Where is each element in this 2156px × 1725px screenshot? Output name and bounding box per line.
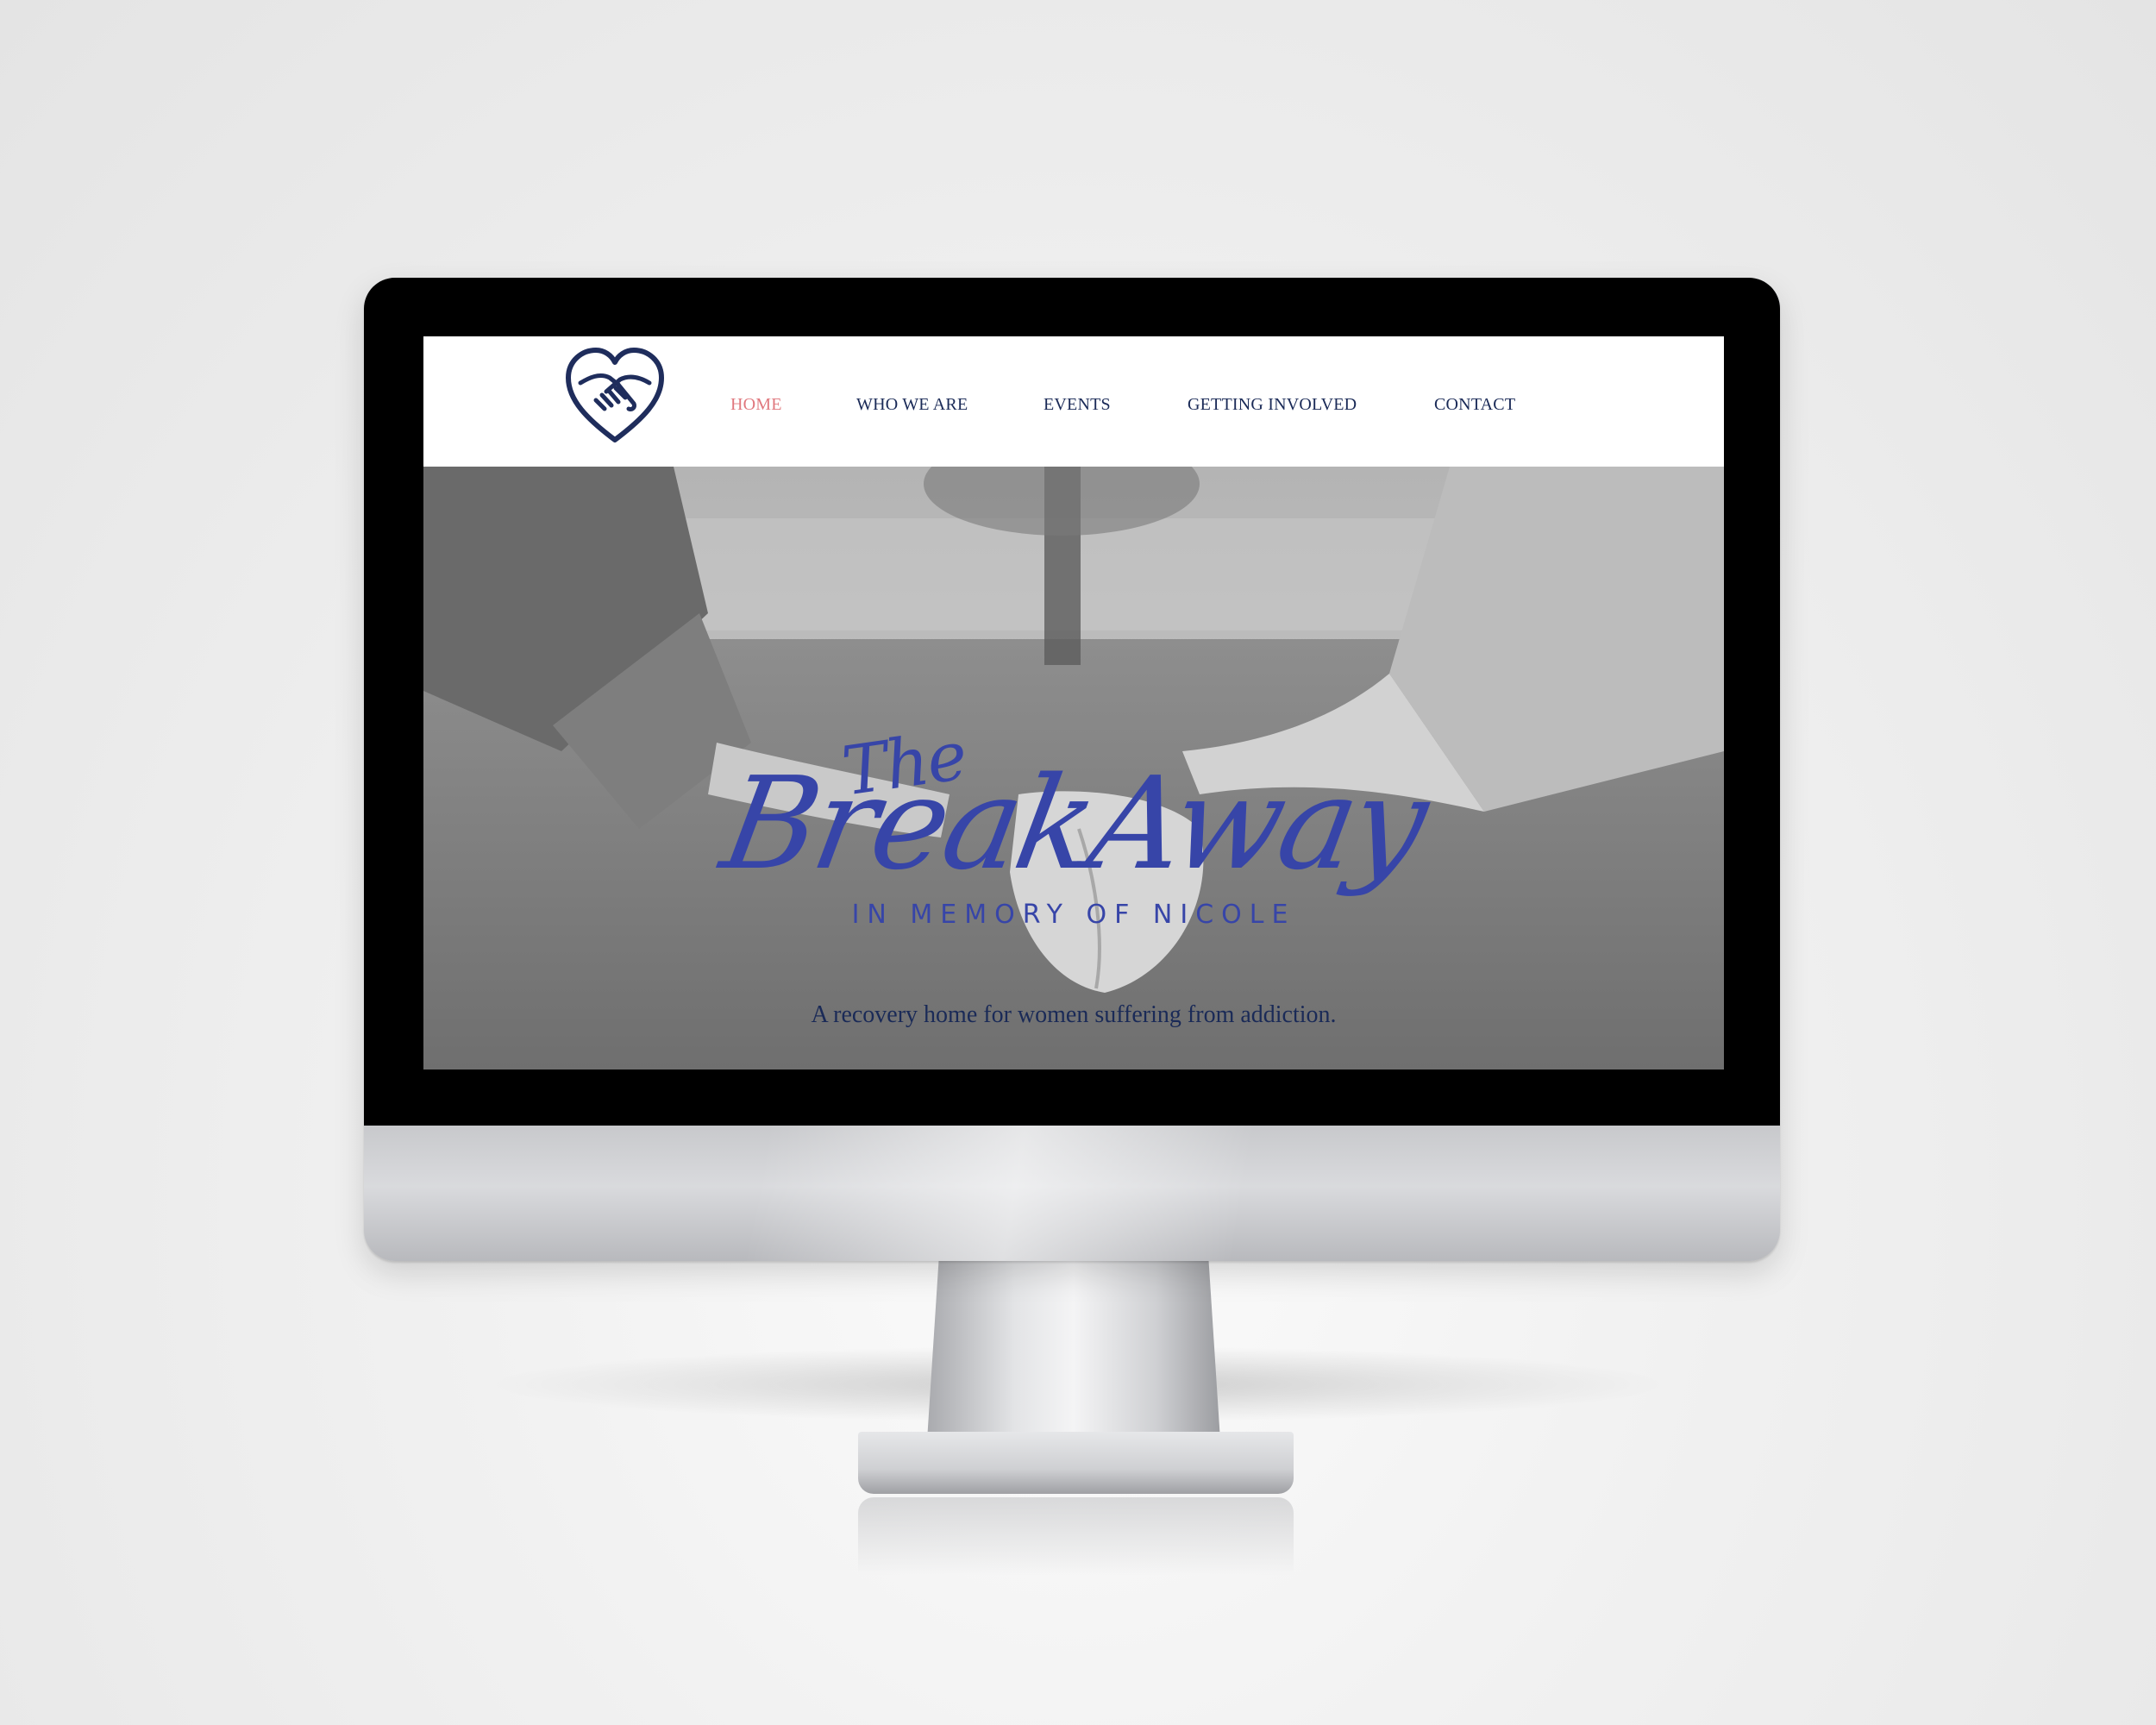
site-header: HOME WHO WE ARE EVENTS GETTING INVOLVED … [423, 336, 1724, 467]
nav-getting-involved[interactable]: GETTING INVOLVED [1188, 395, 1357, 415]
nav-who-we-are[interactable]: WHO WE ARE [856, 395, 968, 415]
main-nav: HOME WHO WE ARE EVENTS GETTING INVOLVED … [423, 336, 1724, 467]
monitor-chin [364, 1126, 1780, 1261]
nav-home[interactable]: HOME [730, 395, 782, 415]
nav-events[interactable]: EVENTS [1044, 395, 1111, 415]
monitor: HOME WHO WE ARE EVENTS GETTING INVOLVED … [364, 278, 1780, 1261]
stand-reflection [858, 1497, 1294, 1575]
hero-title: BreakAway [711, 750, 1436, 898]
hero-subtitle: IN MEMORY OF NICOLE [851, 900, 1296, 930]
hero-tagline: A recovery home for women suffering from… [811, 1001, 1337, 1028]
hero-section: The BreakAway IN MEMORY OF NICOLE A reco… [423, 467, 1724, 1070]
website-screen: HOME WHO WE ARE EVENTS GETTING INVOLVED … [423, 336, 1724, 1070]
monitor-stand-neck [927, 1259, 1220, 1440]
monitor-stand-foot [858, 1432, 1294, 1494]
nav-contact[interactable]: CONTACT [1434, 395, 1515, 415]
